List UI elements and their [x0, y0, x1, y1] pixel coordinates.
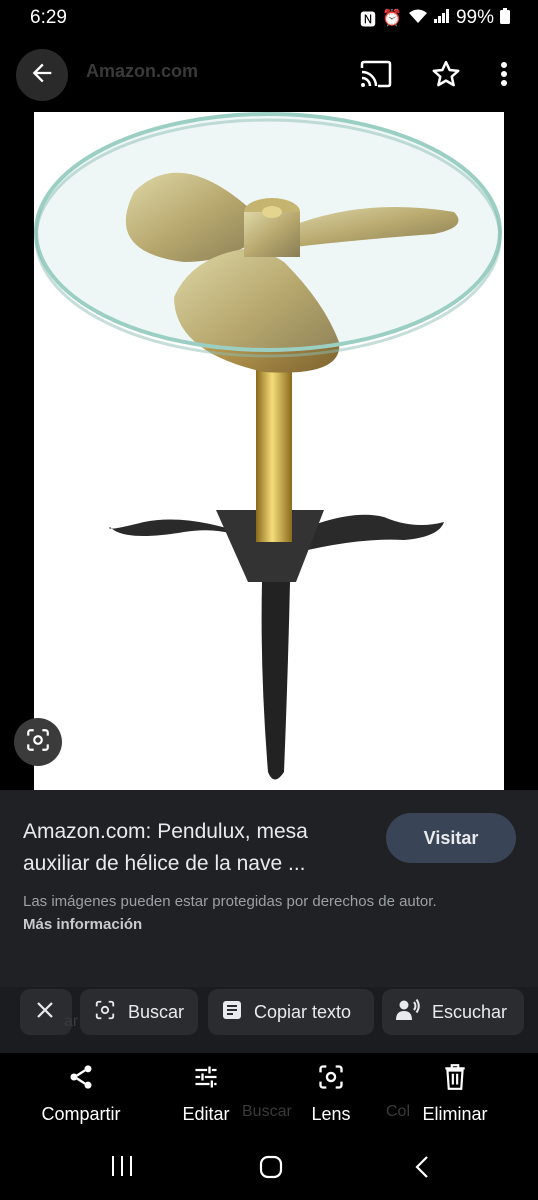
share-label: Compartir: [41, 1104, 121, 1124]
chevron-left-icon: [414, 1156, 430, 1183]
top-bar: Amazon.com: [0, 44, 538, 110]
lens-camera-icon: [317, 1063, 345, 1096]
star-button[interactable]: [428, 58, 464, 94]
nav-back-button[interactable]: [414, 1155, 430, 1184]
more-info-link[interactable]: Más información: [23, 916, 142, 933]
chip-bar: ar Buscar Copiar texto Escuchar: [0, 987, 538, 1053]
document-icon: [222, 1000, 242, 1025]
info-panel: Amazon.com: Pendulux, mesa auxiliar de h…: [0, 790, 538, 990]
system-nav-bar: [0, 1133, 538, 1200]
trash-icon: [442, 1063, 468, 1096]
home-icon: [259, 1155, 283, 1183]
battery-icon: [500, 7, 510, 29]
ghost-search-label: Buscar: [242, 1103, 292, 1120]
cast-icon: [360, 60, 392, 93]
battery-text: 99%: [455, 7, 494, 28]
share-icon: [67, 1063, 95, 1096]
search-chip-label: Buscar: [128, 1001, 185, 1022]
lens-icon: [25, 727, 51, 758]
visit-button[interactable]: Visitar: [386, 813, 516, 863]
nfc-icon: 🅽: [360, 12, 377, 29]
status-bar: 6:29 🅽 ⏰ 99%: [0, 0, 538, 36]
more-options-button[interactable]: [486, 58, 522, 94]
delete-label: Eliminar: [422, 1104, 488, 1124]
copy-text-chip-label: Copiar texto: [254, 1001, 352, 1022]
edit-label: Editar: [182, 1104, 230, 1124]
recent-apps-button[interactable]: [110, 1155, 134, 1182]
recent-apps-icon: [110, 1156, 134, 1181]
site-title: Amazon.com: [86, 61, 199, 81]
search-chip-button[interactable]: Buscar: [80, 989, 198, 1035]
listen-chip-button[interactable]: Escuchar: [382, 989, 524, 1035]
wifi-icon: [408, 8, 428, 29]
copyright-notice: Las imágenes pueden estar protegidas por…: [23, 890, 463, 936]
status-icons: 🅽 ⏰ 99%: [360, 6, 510, 30]
back-button[interactable]: [16, 49, 68, 101]
lens-search-icon: [94, 999, 116, 1026]
result-title[interactable]: Amazon.com: Pendulux, mesa auxiliar de h…: [23, 816, 373, 880]
arrow-left-icon: [28, 59, 56, 92]
ghost-collect-label: Col: [386, 1103, 411, 1120]
delete-button[interactable]: Eliminar: [416, 1063, 494, 1125]
lens-label: Lens: [311, 1104, 351, 1124]
signal-icon: [433, 8, 450, 28]
alarm-icon: ⏰: [382, 10, 402, 27]
copy-text-chip-button[interactable]: Copiar texto: [208, 989, 374, 1035]
close-icon: [36, 1001, 54, 1024]
tune-icon: [192, 1063, 220, 1096]
listen-chip-label: Escuchar: [432, 1001, 508, 1022]
propeller-table-illustration: [34, 112, 502, 780]
cast-button[interactable]: [358, 58, 394, 94]
star-icon: [431, 59, 461, 94]
edit-button[interactable]: Editar: [172, 1063, 240, 1125]
listen-icon: [396, 998, 420, 1026]
product-image[interactable]: [34, 112, 504, 790]
more-vert-icon: [500, 61, 508, 92]
share-button[interactable]: Compartir: [34, 1063, 128, 1125]
lens-search-button[interactable]: [14, 718, 62, 766]
copyright-text: Las imágenes pueden estar protegidas por…: [23, 893, 437, 910]
bottom-actions: Buscar Col Compartir Editar Lens Elimina…: [0, 1053, 538, 1133]
lens-button[interactable]: Lens: [304, 1063, 358, 1125]
home-button[interactable]: [259, 1155, 283, 1184]
ghost-text: ar: [64, 1013, 79, 1030]
status-time: 6:29: [30, 7, 67, 28]
